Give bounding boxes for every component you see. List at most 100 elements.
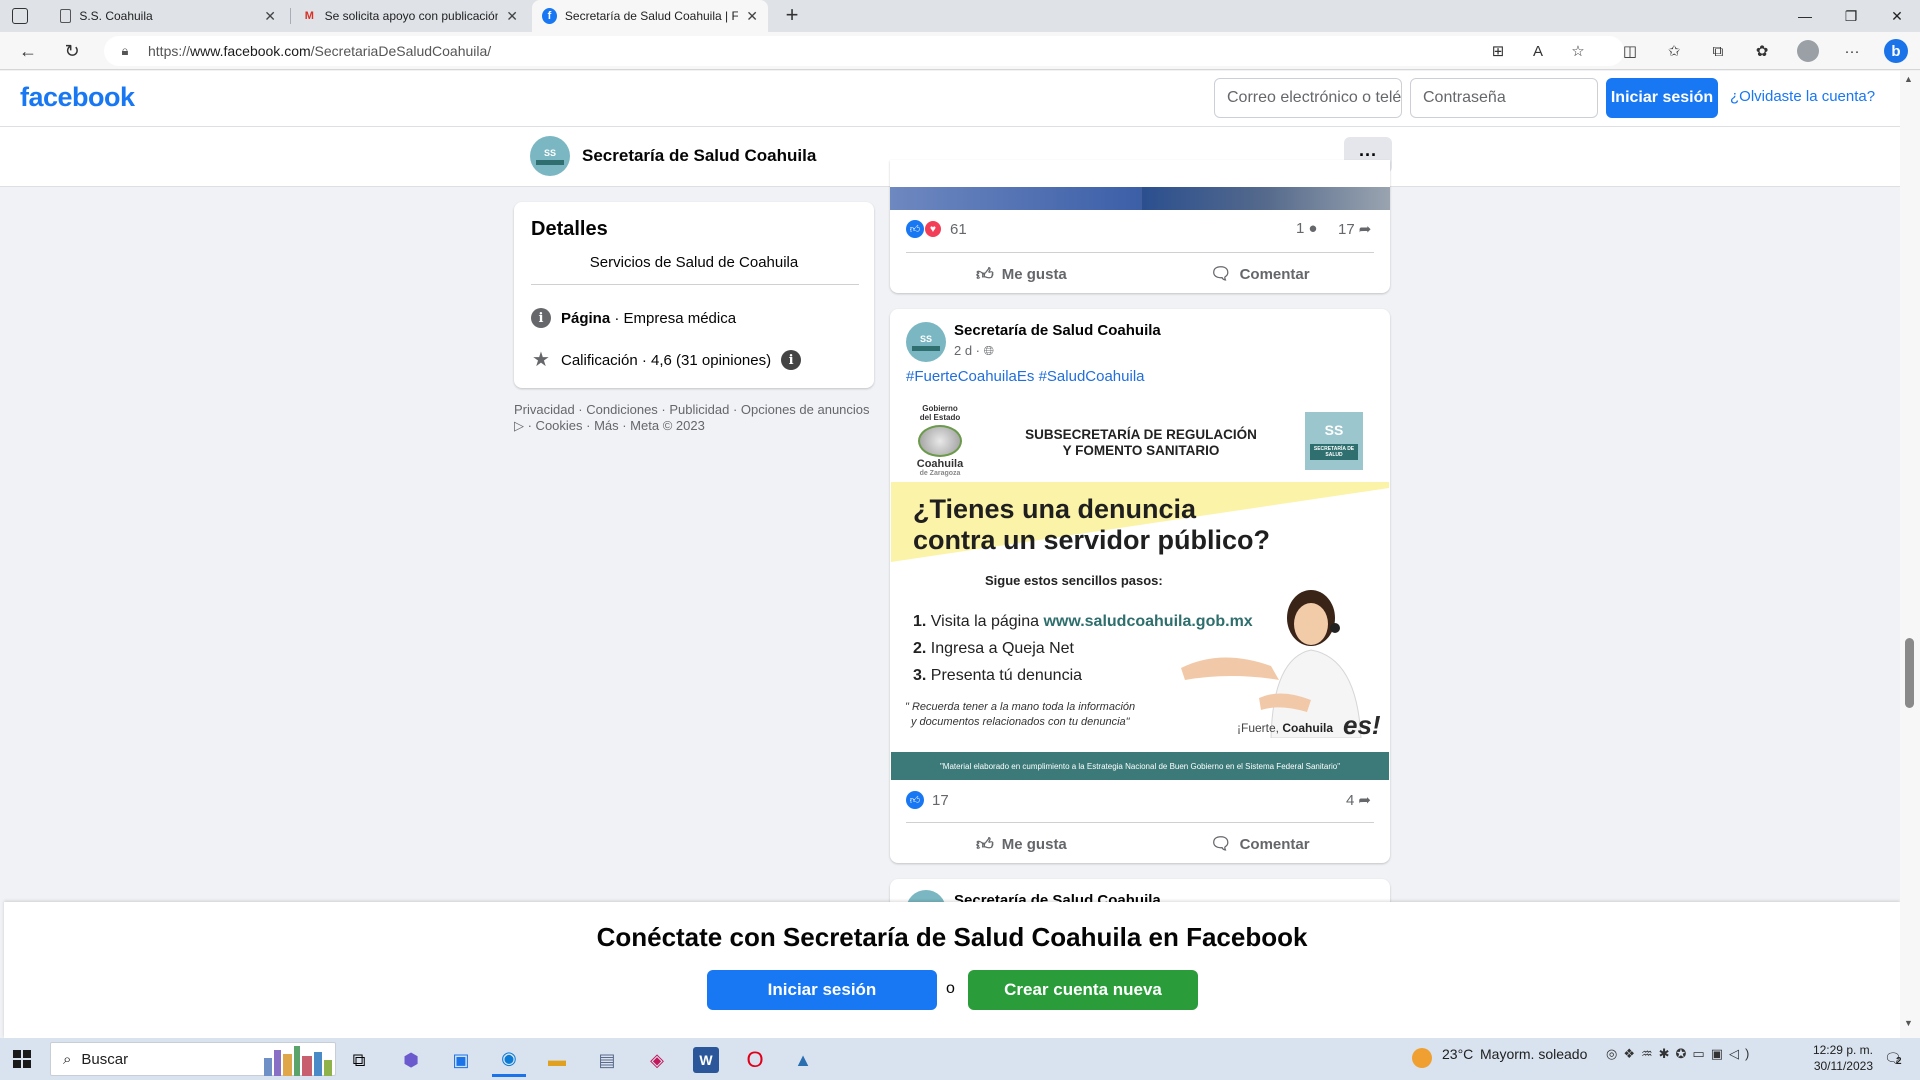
brand-es: es! [1343, 710, 1381, 740]
tab-gmail[interactable]: M Se solicita apoyo con publicación ✕ [292, 0, 528, 32]
tab-actions-icon[interactable] [12, 8, 28, 24]
share-arrow-icon: ➦ [1358, 792, 1371, 809]
pdf-reader-icon[interactable]: ◈ [640, 1043, 674, 1077]
split-screen-icon[interactable]: ◫ [1618, 39, 1642, 63]
gmail-icon: M [304, 10, 314, 22]
step-1-num: 1. [913, 613, 927, 630]
tab-ss-coahuila[interactable]: S.S. Coahuila ✕ [50, 0, 286, 32]
gov-line-1: Gobierno [922, 404, 958, 413]
brand-slogan: ¡Fuerte, Coahuila [1237, 721, 1333, 735]
file-explorer-icon[interactable]: ▬ [540, 1043, 574, 1077]
scroll-down-icon[interactable]: ▼ [1904, 1018, 1913, 1028]
avatar-bar [536, 159, 564, 165]
restore-icon[interactable]: ❐ [1828, 0, 1874, 32]
tab-facebook[interactable]: f Secretaría de Salud Coahuila | Faceboo… [532, 0, 768, 32]
remote-desktop-icon[interactable]: ▣ [444, 1043, 478, 1077]
gov-line-3: Coahuila [916, 458, 964, 470]
globe-icon: 🌐︎ [983, 343, 995, 358]
profile-avatar-icon[interactable] [1796, 39, 1820, 63]
adchoices-icon[interactable]: ▷ [514, 418, 524, 433]
email-field[interactable]: Correo electrónico o teléfono [1214, 78, 1402, 118]
favorite-star-icon[interactable]: ☆ [1566, 39, 1590, 63]
footer-line-1[interactable]: Privacidad · Condiciones · Publicidad · … [514, 402, 884, 418]
steps-intro: Sigue estos sencillos pasos: [985, 573, 1163, 588]
url-input[interactable]: https://www.facebook.com/SecretariaDeSal… [104, 36, 1624, 66]
bing-copilot-icon[interactable]: b [1884, 39, 1908, 63]
opera-browser-icon[interactable]: O [738, 1043, 772, 1077]
url-scheme: https:// [148, 43, 191, 59]
copilot-app-icon[interactable]: ⬢ [394, 1043, 428, 1077]
lock-icon[interactable]: 🔒︎ [116, 42, 134, 60]
footer-line-2[interactable]: · Cookies · Más · Meta © 2023 [524, 418, 705, 433]
window-close-icon[interactable]: ✕ [1874, 0, 1920, 32]
weather-temp[interactable]: 23°C [1442, 1046, 1473, 1062]
page-category: · Empresa médica [610, 309, 737, 327]
post2-meta[interactable]: 2 d · 🌐︎ [954, 343, 994, 359]
refresh-icon[interactable]: ↻ [58, 38, 86, 64]
post-image-1[interactable] [890, 187, 1390, 210]
login-button[interactable]: Iniciar sesión [1606, 78, 1718, 118]
post2-author[interactable]: Secretaría de Salud Coahuila [954, 322, 1161, 339]
post2-image[interactable]: Gobierno del Estado Coahuila de Zaragoza… [891, 398, 1389, 780]
post2-avatar[interactable]: SS [906, 322, 946, 362]
system-tray-icons[interactable]: ◎❖♒✱✪▭▣◁) [1606, 1046, 1755, 1062]
step-3-text: Presenta tú denuncia [930, 667, 1083, 684]
read-aloud-icon[interactable]: A [1526, 39, 1550, 63]
gov-line-4: de Zaragoza [919, 470, 961, 477]
like-label: Me gusta [1001, 266, 1067, 283]
back-icon[interactable]: ← [14, 38, 42, 64]
banner-login-button[interactable]: Iniciar sesión [707, 970, 937, 1010]
favorites-icon[interactable]: ✩ [1662, 39, 1686, 63]
app-available-icon[interactable]: ⊞ [1486, 39, 1510, 63]
post2-shares[interactable]: 4 ➦ [1346, 791, 1371, 810]
dept-line-1: SUBSECRETARÍA DE REGULACIÓN [1025, 427, 1257, 442]
post1-shares[interactable]: 17 ➦ [1338, 220, 1371, 239]
ss-badge-sub: SECRETARÍA DE SALUD [1310, 444, 1358, 460]
coat-of-arms-icon [918, 425, 962, 457]
close-icon[interactable]: ✕ [506, 8, 518, 25]
comment-icon: 🗨︎ [1210, 834, 1232, 853]
password-field[interactable]: Contraseña [1410, 78, 1598, 118]
minimize-icon[interactable]: — [1782, 0, 1828, 32]
weather-sun-icon[interactable] [1412, 1048, 1432, 1068]
share-count: 17 [1338, 220, 1355, 238]
comment-label: Comentar [1239, 835, 1310, 853]
close-icon[interactable]: ✕ [264, 8, 276, 25]
collections-icon[interactable]: ⧉ [1706, 39, 1730, 63]
create-account-button[interactable]: Crear cuenta nueva [968, 970, 1198, 1010]
weather-desc[interactable]: Mayorm. soleado [1480, 1046, 1587, 1062]
avatar-text: SS [543, 147, 556, 158]
settings-more-icon[interactable]: ··· [1840, 39, 1864, 63]
page-title[interactable]: Secretaría de Salud Coahuila [582, 146, 816, 166]
post1-like-button[interactable]: 👍︎ Me gusta [976, 264, 1067, 285]
page-scrollbar[interactable] [1900, 71, 1920, 1038]
post1-comment-button[interactable]: 🗨︎ Comentar [1210, 264, 1310, 284]
rating-info-icon[interactable]: i [781, 350, 802, 370]
clock[interactable]: 12:29 p. m. 30/11/2023 [1803, 1042, 1873, 1074]
post2-comment-button[interactable]: 🗨︎ Comentar [1210, 834, 1310, 854]
post2-hashtags[interactable]: #FuerteCoahuilaEs #SaludCoahuila [906, 368, 1145, 385]
notepad-icon[interactable]: ▤ [590, 1043, 624, 1077]
details-title: Detalles [531, 218, 608, 240]
avatar[interactable]: SS [530, 136, 570, 176]
new-tab-icon[interactable]: + [780, 4, 804, 28]
word-app-icon[interactable]: W [693, 1047, 719, 1073]
post2-like-button[interactable]: 👍︎ Me gusta [976, 834, 1067, 855]
close-icon[interactable]: ✕ [746, 8, 758, 25]
extensions-icon[interactable]: ✿ [1750, 39, 1774, 63]
post1-divider [906, 252, 1374, 253]
scrollbar-thumb[interactable] [1905, 638, 1914, 708]
edge-browser-icon[interactable]: ◉ [492, 1043, 526, 1077]
scroll-up-icon[interactable]: ▲ [1904, 74, 1913, 84]
post1-comments[interactable]: 1 ● [1296, 220, 1317, 237]
photos-app-icon[interactable]: ▲ [786, 1043, 820, 1077]
windows-start-icon[interactable] [13, 1050, 31, 1068]
post-time: 2 d · [954, 343, 984, 358]
task-view-icon[interactable]: ⧉ [342, 1043, 376, 1077]
facebook-logo[interactable]: facebook [20, 82, 135, 113]
post2-reactions[interactable]: 👍︎ 17 [906, 791, 949, 809]
post1-reactions[interactable]: 👍︎ ♥ 61 [906, 220, 967, 238]
ss-badge-text: SS [1324, 422, 1344, 438]
gov-logo: Gobierno del Estado Coahuila de Zaragoza [905, 404, 975, 478]
forgot-account-link[interactable]: ¿Olvidaste la cuenta? [1730, 88, 1875, 105]
